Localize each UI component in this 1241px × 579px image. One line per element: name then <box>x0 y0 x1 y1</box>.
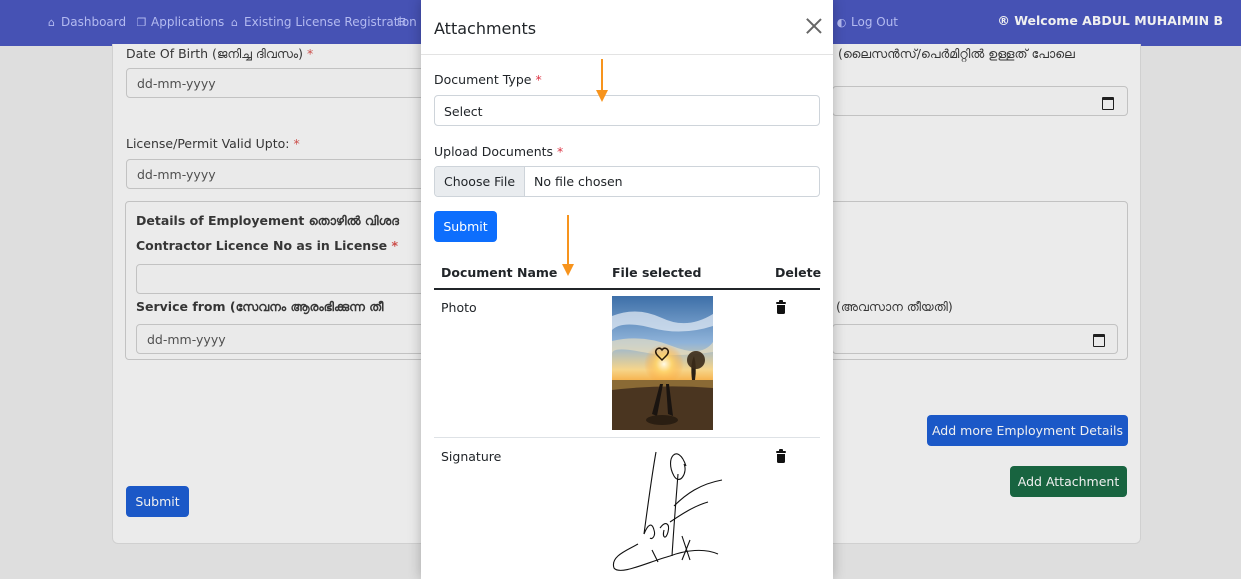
th-delete: Delete <box>775 265 822 280</box>
modal-header: Attachments <box>421 0 833 55</box>
table-row-divider <box>434 437 820 438</box>
document-type-label-text: Document Type <box>434 72 532 87</box>
upload-documents-label-text: Upload Documents <box>434 144 554 159</box>
modal-title: Attachments <box>434 19 537 38</box>
table-header-divider <box>434 288 820 290</box>
document-type-label: Document Type * <box>434 72 542 87</box>
th-document-name: Document Name <box>441 265 558 280</box>
delete-signature-trash-icon[interactable] <box>776 449 786 463</box>
trash-lid <box>779 449 783 451</box>
document-type-select[interactable]: Select <box>434 95 820 126</box>
photo-thumbnail <box>612 296 713 430</box>
delete-photo-trash-icon[interactable] <box>776 300 786 314</box>
file-upload-input[interactable]: Choose File No file chosen <box>434 166 820 197</box>
trash-lid <box>779 300 783 302</box>
signature-image <box>612 451 723 571</box>
row-signature-name: Signature <box>441 449 502 464</box>
choose-file-button[interactable]: Choose File <box>435 167 526 196</box>
required-mark: * <box>535 72 542 87</box>
th-file-selected: File selected <box>612 265 702 280</box>
upload-documents-label: Upload Documents * <box>434 144 563 159</box>
photo-image <box>612 296 713 430</box>
signature-thumbnail <box>608 444 728 579</box>
annotation-arrow-down-icon <box>562 215 574 276</box>
close-icon[interactable] <box>805 17 823 35</box>
annotation-arrow-down-icon <box>596 59 608 102</box>
required-mark: * <box>557 144 564 159</box>
row-photo-name: Photo <box>441 300 477 315</box>
modal-submit-button[interactable]: Submit <box>434 211 497 242</box>
file-status-text: No file chosen <box>534 174 623 189</box>
